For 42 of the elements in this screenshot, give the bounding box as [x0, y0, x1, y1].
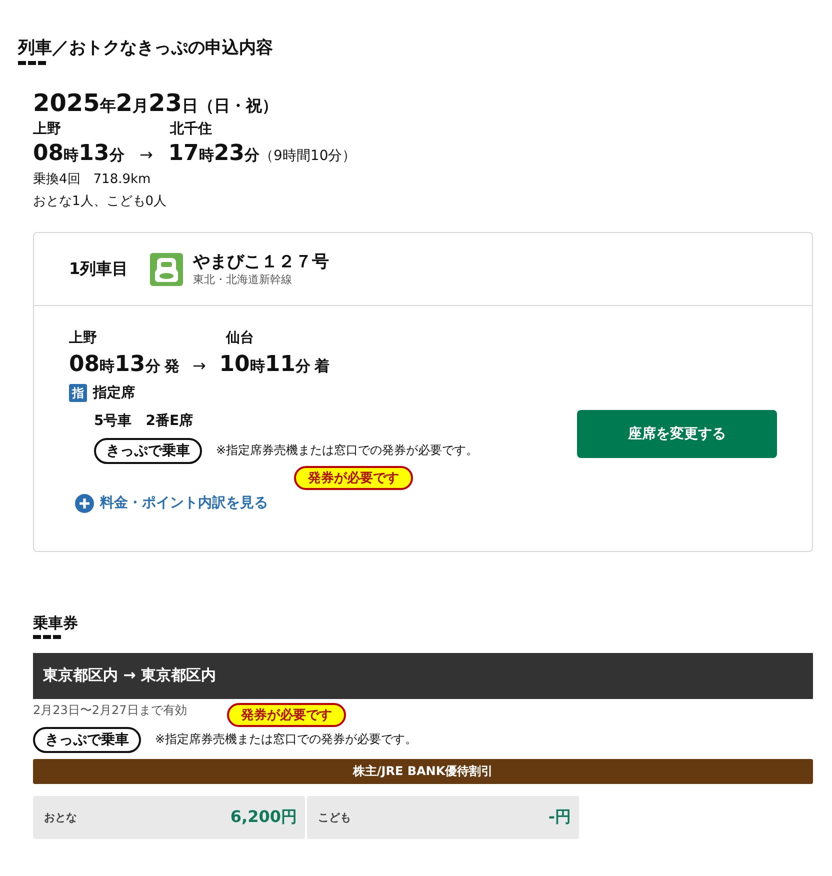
travel-date: 2025年2月 23 日	[33, 88, 198, 119]
station-name: 上野	[69, 329, 98, 348]
dash-underline-icon	[33, 634, 61, 639]
route-bar: 東京都区内 → 東京都区内	[33, 652, 813, 699]
train-icon	[150, 252, 184, 286]
train-name: やまびこ１２７号	[193, 252, 330, 272]
fare-label: こども	[318, 810, 351, 825]
duration: （9時間10分）	[260, 147, 356, 166]
fare-breakdown-link[interactable]: 料金・ポイント内訳を見る	[75, 494, 268, 513]
fare-amount: -円	[548, 806, 571, 828]
station-name: 仙台	[226, 329, 255, 348]
station-name: 北千住	[170, 120, 213, 140]
seat-type: 指定席	[93, 384, 135, 402]
seat-number: 5号車 2番E席	[94, 412, 194, 429]
discount-bar: 株主/JRE BANK優待割引	[33, 758, 813, 784]
line-name: 東北・北海道新幹線	[193, 272, 294, 287]
issue-note: ※指定席券売機または窓口での発券が必要です。	[216, 442, 478, 460]
arrival-time: 17時23分	[168, 140, 260, 168]
departure-time: 08時13分 発	[69, 351, 180, 380]
issue-required-badge: 発券が必要です	[226, 702, 346, 727]
departure-time: 08時13分	[33, 140, 124, 168]
validity-period: 2月23日〜2月27日まで有効	[33, 702, 187, 719]
arrival-time: 10時11分 着	[219, 351, 330, 380]
transfer-info: 乗換4回 718.9km	[33, 171, 152, 190]
issue-required-badge: 発券が必要です	[294, 466, 413, 490]
ticket-tag: きっぷで乗車	[94, 438, 202, 464]
reserved-seat-badge: 指	[69, 384, 87, 402]
ticket-tag: きっぷで乗車	[33, 726, 141, 753]
section-title: 列車／おトクなきっぷの申込内容	[18, 37, 274, 60]
dash-underline-icon	[18, 61, 46, 65]
fare-label: おとな	[44, 810, 77, 825]
train-index: 1列車目	[69, 258, 128, 280]
plus-icon	[75, 494, 94, 513]
date-note: （日・祝）	[198, 96, 278, 117]
arrow: →	[138, 145, 154, 164]
issue-note: ※指定席券売機または窓口での発券が必要です。	[155, 731, 418, 748]
section-title: 乗車券	[33, 612, 79, 634]
fare-amount: 6,200円	[230, 806, 297, 828]
change-seat-button[interactable]: 座席を変更する	[577, 410, 777, 458]
arrow: →	[192, 356, 207, 376]
passenger-count: おとな1人、こども0人	[33, 193, 168, 212]
station-name: 上野	[33, 120, 62, 140]
